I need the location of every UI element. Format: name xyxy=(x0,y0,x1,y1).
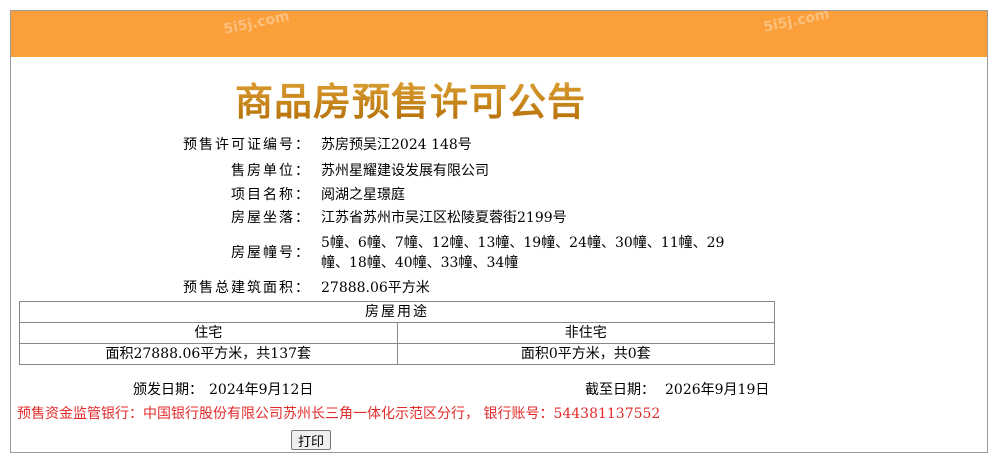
watermark: 5i5j.com xyxy=(222,8,291,38)
usage-table: 房屋用途 住宅 非住宅 面积27888.06平方米，共137套 面积0平方米，共… xyxy=(19,301,775,365)
table-header: 房屋用途 xyxy=(19,301,775,323)
expire-date: 截至日期： 2026年9月19日 xyxy=(585,379,769,399)
residential-value: 面积27888.06平方米，共137套 xyxy=(19,343,398,365)
field-label: 预售许可证编号： xyxy=(183,137,311,153)
issue-date-label: 颁发日期： xyxy=(133,382,203,398)
nonresidential-value: 面积0平方米，共0套 xyxy=(396,343,775,365)
field-label: 房屋坐落： xyxy=(231,210,311,226)
watermark: 5i5j.com xyxy=(762,6,831,36)
issue-date-value: 2024年9月12日 xyxy=(209,382,314,398)
notice-frame: 5i5j.com 5i5j.com 商品房预售许可公告 预售许可证编号： 苏房预… xyxy=(10,6,988,453)
column-nonresidential: 非住宅 xyxy=(396,322,775,344)
table-header-row: 房屋用途 xyxy=(19,301,775,323)
column-residential: 住宅 xyxy=(19,322,398,344)
field-value: 苏房预吴江2024 148号 xyxy=(321,137,472,153)
issue-date: 颁发日期： 2024年9月12日 xyxy=(133,379,313,399)
field-value-line2: 幢、18幢、40幢、33幢、34幢 xyxy=(321,255,519,271)
table-row: 住宅 非住宅 xyxy=(19,322,775,344)
top-banner: 5i5j.com 5i5j.com xyxy=(11,6,987,57)
field-label: 房屋幢号： xyxy=(231,245,311,261)
field-value-line1: 5幢、6幢、7幢、12幢、13幢、19幢、24幢、30幢、11幢、29 xyxy=(321,235,725,251)
field-value: 27888.06平方米 xyxy=(321,280,430,296)
field-label: 项目名称： xyxy=(231,187,311,203)
expire-date-value: 2026年9月19日 xyxy=(665,382,770,398)
field-label: 预售总建筑面积： xyxy=(183,280,311,296)
field-label: 售房单位： xyxy=(231,163,311,179)
expire-date-label: 截至日期： xyxy=(585,382,655,398)
field-value: 江苏省苏州市吴江区松陵夏蓉街2199号 xyxy=(321,210,567,226)
table-row: 面积27888.06平方米，共137套 面积0平方米，共0套 xyxy=(19,343,775,365)
print-button[interactable]: 打印 xyxy=(291,430,331,450)
field-value: 苏州星耀建设发展有限公司 xyxy=(321,163,489,179)
page-title: 商品房预售许可公告 xyxy=(235,71,586,126)
field-value: 阅湖之星璟庭 xyxy=(321,187,405,203)
supervising-bank-info: 预售资金监管银行：中国银行股份有限公司苏州长三角一体化示范区分行， 银行账号：5… xyxy=(17,406,661,422)
